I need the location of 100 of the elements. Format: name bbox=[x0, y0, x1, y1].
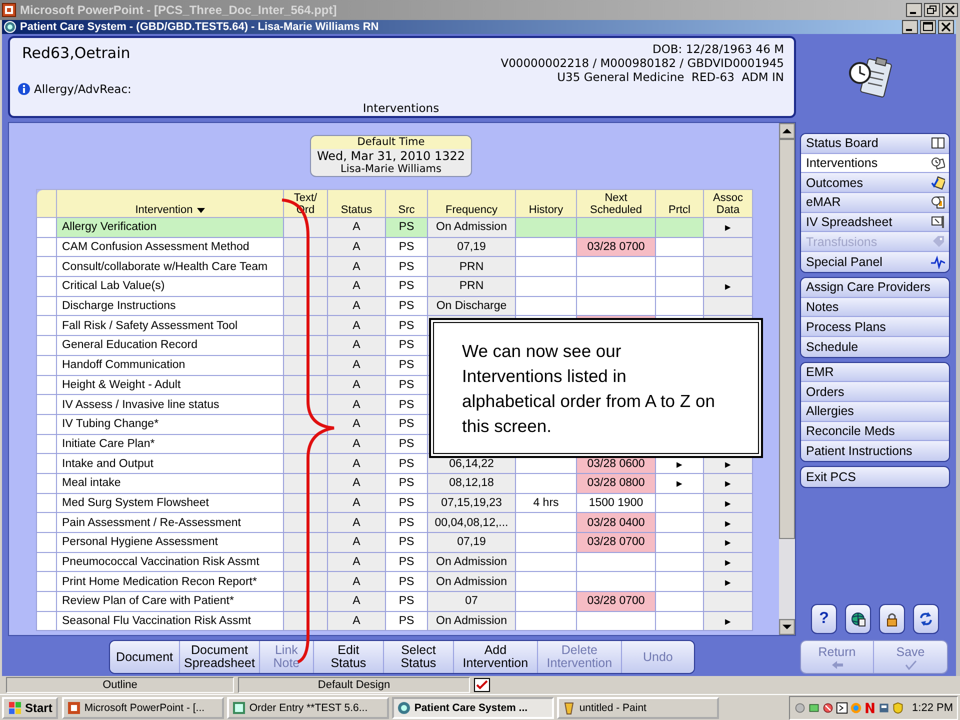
globe-button[interactable] bbox=[845, 604, 871, 634]
table-cell: ▸ bbox=[704, 218, 752, 238]
nav-item[interactable]: Assign Care Providers bbox=[801, 278, 949, 298]
toolbar-button[interactable]: Document Spreadsheet bbox=[180, 641, 260, 673]
column-header bbox=[36, 190, 56, 218]
lock-button[interactable] bbox=[879, 604, 905, 634]
table-cell: PS bbox=[386, 434, 428, 454]
nav-item[interactable]: Orders bbox=[801, 382, 949, 402]
info-icon[interactable] bbox=[18, 83, 30, 95]
nav-item[interactable]: Process Plans bbox=[801, 317, 949, 337]
spelling-icon bbox=[474, 678, 490, 692]
table-cell: 07,19 bbox=[428, 237, 516, 257]
scrollbar-thumb[interactable] bbox=[779, 139, 795, 539]
row-marker[interactable] bbox=[36, 611, 56, 631]
taskbar-button[interactable]: Microsoft PowerPoint - [... bbox=[62, 696, 224, 718]
start-button[interactable]: Start bbox=[2, 696, 58, 718]
refresh-button[interactable] bbox=[913, 604, 939, 634]
tray-icon[interactable] bbox=[836, 702, 848, 714]
row-marker[interactable] bbox=[36, 218, 56, 238]
column-header[interactable]: Frequency bbox=[428, 190, 516, 218]
scroll-down-icon[interactable] bbox=[779, 619, 795, 635]
table-cell: PS bbox=[386, 336, 428, 356]
maximize-icon[interactable] bbox=[920, 20, 936, 34]
table-cell: PS bbox=[386, 512, 428, 532]
check-note-icon bbox=[931, 176, 945, 190]
row-marker[interactable] bbox=[36, 296, 56, 316]
row-marker[interactable] bbox=[36, 572, 56, 592]
close-icon[interactable] bbox=[942, 3, 958, 17]
column-header[interactable]: Status bbox=[328, 190, 386, 218]
row-marker[interactable] bbox=[36, 434, 56, 454]
column-header[interactable]: Next Scheduled bbox=[576, 190, 656, 218]
table-cell: On Admission bbox=[428, 572, 516, 592]
row-marker[interactable] bbox=[36, 552, 56, 572]
minimize-icon[interactable] bbox=[906, 3, 922, 17]
scrollbar[interactable] bbox=[779, 123, 795, 635]
table-cell: A bbox=[328, 375, 386, 395]
nav-item[interactable]: Interventions bbox=[801, 154, 949, 174]
nav-item[interactable]: Status Board bbox=[801, 134, 949, 154]
table-cell: 03/28 0700 bbox=[576, 532, 656, 552]
taskbar-button[interactable]: Order Entry **TEST 5.6... bbox=[227, 696, 390, 718]
nav-item[interactable]: eMAR bbox=[801, 193, 949, 213]
table-cell bbox=[516, 276, 576, 296]
nav-item[interactable]: Allergies bbox=[801, 402, 949, 422]
row-marker[interactable] bbox=[36, 493, 56, 513]
row-marker[interactable] bbox=[36, 592, 56, 612]
nav-item[interactable]: EMR bbox=[801, 362, 949, 382]
nav-item[interactable]: Schedule bbox=[801, 336, 949, 357]
column-header[interactable]: Intervention bbox=[56, 190, 284, 218]
nav-item[interactable]: IV Spreadsheet bbox=[801, 212, 949, 232]
minimize-icon[interactable] bbox=[902, 20, 918, 34]
table-cell: PS bbox=[386, 592, 428, 612]
scroll-up-icon[interactable] bbox=[779, 123, 795, 139]
column-header[interactable]: History bbox=[516, 190, 576, 218]
row-marker[interactable] bbox=[36, 414, 56, 434]
app-icon bbox=[4, 21, 16, 33]
table-cell: Discharge Instructions bbox=[56, 296, 284, 316]
row-marker[interactable] bbox=[36, 316, 56, 336]
table-cell bbox=[656, 512, 704, 532]
nav-item[interactable]: Notes bbox=[801, 298, 949, 318]
table-cell bbox=[516, 473, 576, 494]
help-button[interactable]: ? bbox=[811, 604, 837, 634]
table-cell bbox=[656, 296, 704, 316]
tray-icon[interactable] bbox=[878, 702, 890, 714]
tray-icon[interactable] bbox=[822, 702, 834, 714]
nav-item[interactable]: Special Panel bbox=[801, 252, 949, 272]
row-marker[interactable] bbox=[36, 355, 56, 375]
toolbar-button[interactable]: Add Intervention bbox=[454, 641, 538, 673]
row-marker[interactable] bbox=[36, 276, 56, 296]
taskbar-button[interactable]: Patient Care System ... bbox=[392, 696, 554, 718]
restore-icon[interactable] bbox=[924, 3, 940, 17]
row-marker[interactable] bbox=[36, 473, 56, 494]
toolbar-button[interactable]: Edit Status bbox=[314, 641, 384, 673]
row-marker[interactable] bbox=[36, 375, 56, 395]
table-cell: PS bbox=[386, 414, 428, 434]
table-cell bbox=[656, 532, 704, 552]
row-marker[interactable] bbox=[36, 532, 56, 552]
taskbar-button[interactable]: untitled - Paint bbox=[557, 696, 720, 718]
toolbar-button[interactable]: Select Status bbox=[384, 641, 454, 673]
book-icon bbox=[931, 136, 945, 150]
table-cell: PS bbox=[386, 473, 428, 494]
row-marker[interactable] bbox=[36, 237, 56, 257]
row-marker[interactable] bbox=[36, 336, 56, 356]
column-header[interactable]: Src bbox=[386, 190, 428, 218]
nav-item[interactable]: Reconcile Meds bbox=[801, 422, 949, 442]
column-header[interactable]: Assoc Data bbox=[704, 190, 752, 218]
close-icon[interactable] bbox=[938, 20, 954, 34]
row-marker[interactable] bbox=[36, 256, 56, 277]
patient-dob: DOB: 12/28/1963 46 M bbox=[652, 42, 784, 56]
nav-item[interactable]: Exit PCS bbox=[801, 467, 949, 487]
row-marker[interactable] bbox=[36, 512, 56, 532]
row-marker[interactable] bbox=[36, 454, 56, 474]
table-cell bbox=[516, 572, 576, 592]
table-cell: 03/28 0400 bbox=[576, 512, 656, 532]
nav-item[interactable]: Outcomes bbox=[801, 173, 949, 194]
column-header[interactable]: Prtcl bbox=[656, 190, 704, 218]
row-marker[interactable] bbox=[36, 394, 56, 414]
toolbar-button[interactable]: Document bbox=[110, 641, 180, 673]
table-cell: 03/28 0700 bbox=[576, 592, 656, 612]
table-cell: PS bbox=[386, 355, 428, 375]
nav-item[interactable]: Patient Instructions bbox=[801, 441, 949, 461]
